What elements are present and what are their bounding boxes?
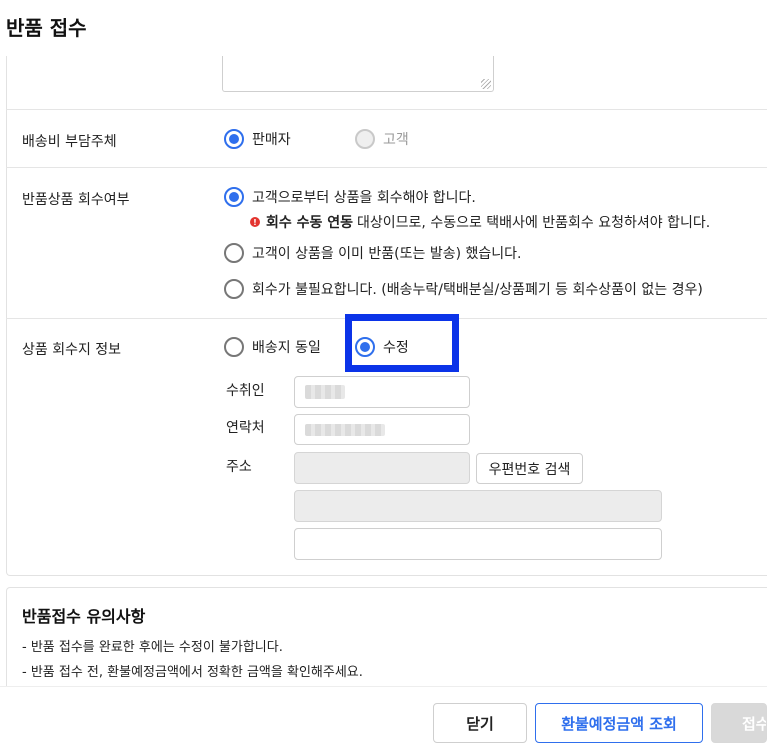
dialog-title: 반품 접수	[6, 16, 87, 40]
recipient-input[interactable]	[294, 376, 470, 408]
address-detail-input[interactable]	[294, 528, 662, 560]
radio-collect-required[interactable]: 고객으로부터 상품을 회수해야 합니다.	[224, 187, 476, 207]
refund-estimate-button[interactable]: 환불예정금액 조회	[535, 703, 703, 743]
shipping-fee-label: 배송비 부담주체	[22, 134, 117, 150]
radio-customer: 고객	[355, 129, 409, 149]
title-bar: 반품 접수	[0, 0, 767, 56]
radio-same-address[interactable]: 배송지 동일	[224, 337, 321, 357]
radio-disabled-icon	[355, 129, 375, 149]
notes-title: 반품접수 유의사항	[22, 607, 146, 626]
highlight-box	[345, 314, 459, 372]
notice-text: 대상이므로, 수동으로 택배사에 반품회수 요청하셔야 합니다.	[357, 215, 711, 231]
radio-checked-icon[interactable]	[224, 187, 244, 207]
redacted-value	[305, 385, 345, 399]
radio-seller-label: 판매자	[252, 132, 291, 148]
close-button[interactable]: 닫기	[433, 703, 527, 743]
radio-seller[interactable]: 판매자	[224, 129, 291, 149]
radio-same-address-label: 배송지 동일	[252, 340, 321, 356]
collect-label: 반품상품 회수여부	[22, 192, 130, 208]
contact-label: 연락처	[226, 420, 265, 436]
zipcode-input	[294, 452, 470, 484]
radio-unchecked-icon[interactable]	[224, 243, 244, 263]
note-line: - 반품 접수 전, 환불예정금액에서 정확한 금액을 확인해주세요.	[22, 665, 363, 680]
notice-bold: 회수 수동 연동	[266, 215, 354, 231]
address-label: 주소	[226, 459, 252, 475]
radio-unchecked-icon[interactable]	[224, 279, 244, 299]
warning-icon: !	[250, 217, 260, 227]
address-main-input	[294, 490, 662, 522]
divider	[6, 167, 767, 168]
redacted-value	[305, 424, 385, 436]
radio-customer-label: 고객	[383, 132, 409, 148]
resize-grip-icon[interactable]	[481, 79, 491, 89]
zipcode-search-button[interactable]: 우편번호 검색	[476, 453, 583, 484]
recipient-label: 수취인	[226, 383, 265, 399]
submit-button: 접수	[711, 703, 767, 743]
radio-no-collect-label: 회수가 불필요합니다. (배송누락/택배분실/상품폐기 등 회수상품이 없는 경…	[252, 282, 703, 298]
divider	[6, 109, 767, 110]
pickup-info-label: 상품 회수지 정보	[22, 342, 122, 358]
radio-no-collect[interactable]: 회수가 불필요합니다. (배송누락/택배분실/상품폐기 등 회수상품이 없는 경…	[224, 279, 703, 299]
contact-input[interactable]	[294, 414, 470, 445]
radio-unchecked-icon[interactable]	[224, 337, 244, 357]
radio-checked-icon[interactable]	[224, 129, 244, 149]
radio-already-returned[interactable]: 고객이 상품을 이미 반품(또는 발송) 했습니다.	[224, 243, 521, 263]
radio-collect-required-label: 고객으로부터 상품을 회수해야 합니다.	[252, 190, 476, 206]
radio-already-returned-label: 고객이 상품을 이미 반품(또는 발송) 했습니다.	[252, 246, 522, 262]
note-line: - 반품 접수를 완료한 후에는 수정이 불가합니다.	[22, 640, 283, 655]
memo-textarea[interactable]	[222, 56, 494, 92]
manual-collect-notice: ! 회수 수동 연동 대상이므로, 수동으로 택배사에 반품회수 요청하셔야 합…	[250, 212, 710, 232]
